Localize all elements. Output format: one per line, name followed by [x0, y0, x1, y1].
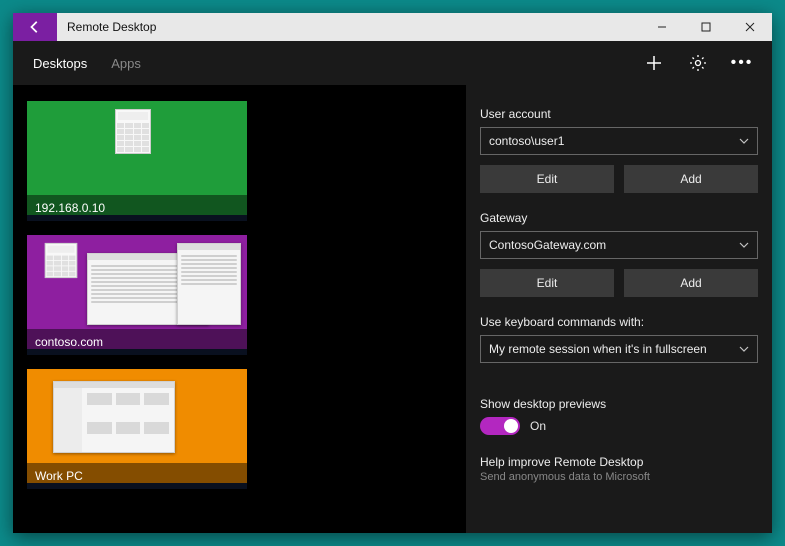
chevron-down-icon	[739, 344, 749, 354]
maximize-icon	[701, 22, 711, 32]
tab-desktops[interactable]: Desktops	[21, 41, 99, 85]
user-account-dropdown[interactable]: contoso\user1	[480, 127, 758, 155]
maximize-button[interactable]	[684, 13, 728, 41]
desktop-tile[interactable]: Work PC	[27, 369, 247, 489]
keyboard-label: Use keyboard commands with:	[480, 315, 758, 329]
previews-toggle[interactable]	[480, 417, 520, 435]
close-icon	[745, 22, 755, 32]
add-button[interactable]	[632, 41, 676, 85]
minimize-icon	[657, 22, 667, 32]
help-subtitle: Send anonymous data to Microsoft	[480, 471, 758, 483]
help-title: Help improve Remote Desktop	[480, 455, 758, 469]
command-bar: Desktops Apps •••	[13, 41, 772, 85]
keyboard-dropdown[interactable]: My remote session when it's in fullscree…	[480, 335, 758, 363]
desktops-grid: 192.168.0.10	[13, 85, 466, 533]
gear-icon	[689, 54, 707, 72]
user-account-add-button[interactable]: Add	[624, 165, 758, 193]
ellipsis-icon: •••	[731, 54, 754, 72]
settings-button[interactable]	[676, 41, 720, 85]
user-account-selected: contoso\user1	[489, 134, 564, 148]
desktop-tile[interactable]: 192.168.0.10	[27, 101, 247, 221]
minimize-button[interactable]	[640, 13, 684, 41]
more-button[interactable]: •••	[720, 41, 764, 85]
desktop-tile[interactable]: contoso.com	[27, 235, 247, 355]
user-account-label: User account	[480, 107, 758, 121]
keyboard-selected: My remote session when it's in fullscree…	[489, 342, 707, 356]
desktop-tile-label: Work PC	[27, 463, 247, 489]
desktop-tile-label: 192.168.0.10	[27, 195, 247, 221]
app-title: Remote Desktop	[57, 13, 166, 41]
gateway-dropdown[interactable]: ContosoGateway.com	[480, 231, 758, 259]
plus-icon	[645, 54, 663, 72]
arrow-left-icon	[28, 20, 42, 34]
app-window: Remote Desktop Desktops Apps	[13, 13, 772, 533]
user-account-edit-button[interactable]: Edit	[480, 165, 614, 193]
tab-apps[interactable]: Apps	[99, 41, 153, 85]
chevron-down-icon	[739, 240, 749, 250]
titlebar: Remote Desktop	[13, 13, 772, 41]
gateway-selected: ContosoGateway.com	[489, 238, 606, 252]
gateway-add-button[interactable]: Add	[624, 269, 758, 297]
previews-label: Show desktop previews	[480, 397, 758, 411]
chevron-down-icon	[739, 136, 749, 146]
desktop-tile-label: contoso.com	[27, 329, 247, 355]
close-button[interactable]	[728, 13, 772, 41]
gateway-label: Gateway	[480, 211, 758, 225]
settings-pane: User account contoso\user1 Edit Add Gate…	[466, 85, 772, 533]
previews-state: On	[530, 419, 546, 433]
back-button[interactable]	[13, 13, 57, 41]
gateway-edit-button[interactable]: Edit	[480, 269, 614, 297]
